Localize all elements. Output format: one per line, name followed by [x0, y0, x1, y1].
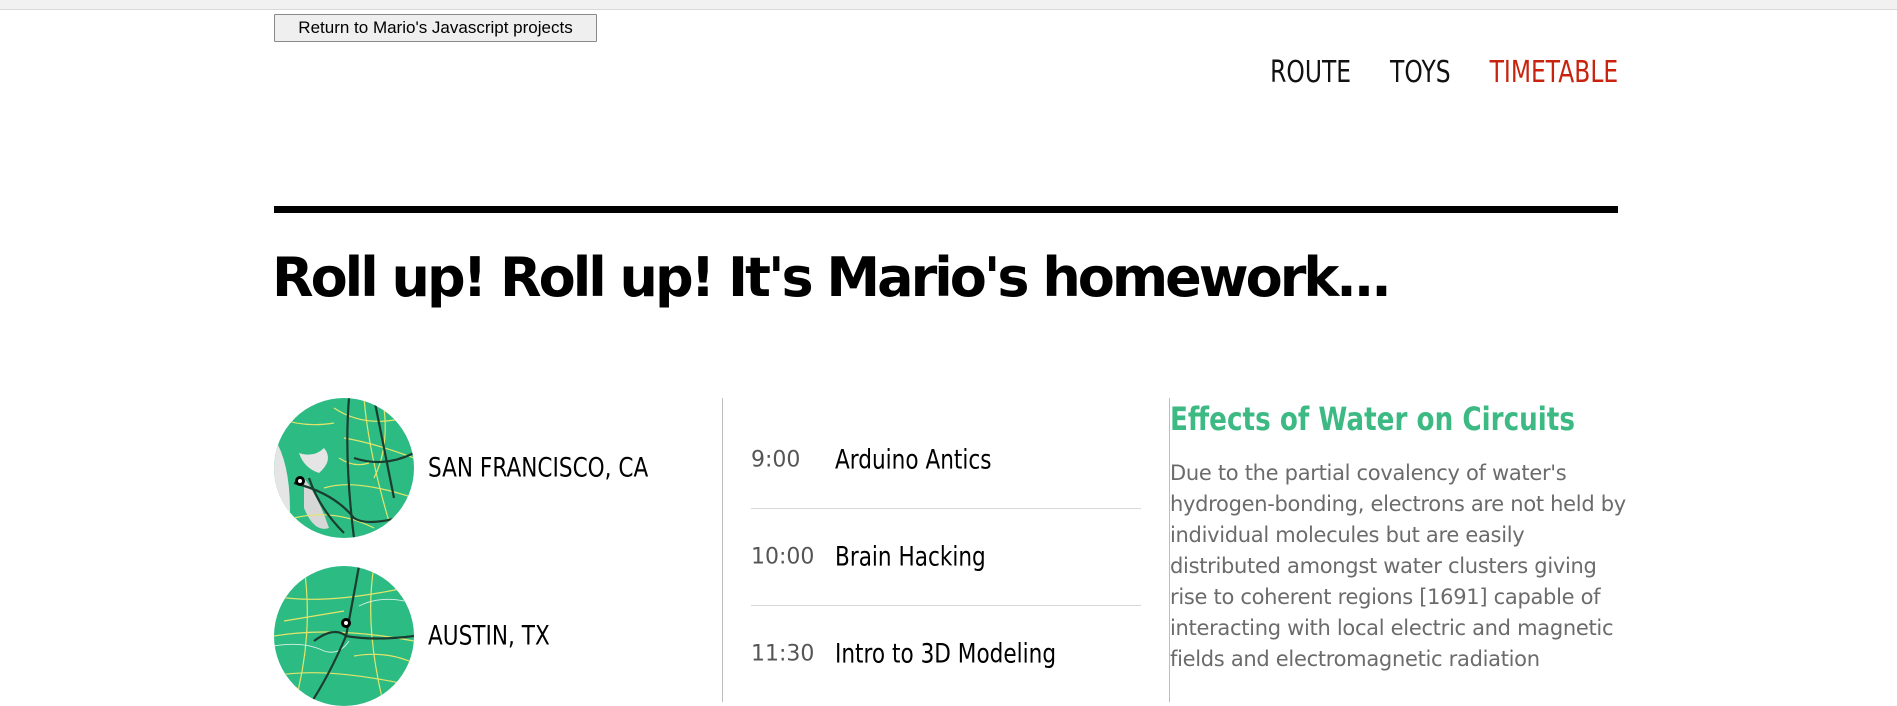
schedule-item-3d[interactable]: 11:30 Intro to 3D Modeling	[751, 605, 1141, 702]
schedule-time: 10:00	[751, 544, 815, 569]
city-name: AUSTIN, TX	[428, 620, 550, 652]
schedule-title: Brain Hacking	[835, 541, 986, 572]
article-body: Due to the partial covalency of water's …	[1170, 461, 1626, 671]
city-name: SAN FRANCISCO, CA	[428, 452, 649, 484]
city-item-sanfrancisco[interactable]: SAN FRANCISCO, CA	[274, 398, 694, 538]
browser-top-strip	[0, 0, 1897, 10]
nav-toys[interactable]: TOYS	[1390, 55, 1451, 90]
return-to-projects-button[interactable]: Return to Mario's Javascript projects	[274, 14, 597, 42]
city-item-austin[interactable]: AUSTIN, TX	[274, 566, 694, 706]
page-scrollbar[interactable]	[1883, 10, 1897, 702]
main-nav: ROUTE TOYS TIMETABLE	[1270, 55, 1618, 90]
page-headline: Roll up! Roll up! It's Mario's homework.…	[272, 246, 1392, 309]
schedule-title: Intro to 3D Modeling	[835, 638, 1057, 669]
schedule-time: 9:00	[751, 447, 801, 472]
article: Effects of Water on Circuits Due to the …	[1170, 400, 1630, 675]
column-divider-left	[722, 398, 723, 702]
header-divider	[274, 206, 1618, 213]
schedule-title: Arduino Antics	[835, 444, 992, 475]
schedule-item-brain[interactable]: 10:00 Brain Hacking	[751, 508, 1141, 606]
schedule-item-arduino[interactable]: 9:00 Arduino Antics	[751, 411, 1141, 509]
schedule-time: 11:30	[751, 641, 815, 666]
article-title: Effects of Water on Circuits	[1170, 400, 1575, 438]
nav-route[interactable]: ROUTE	[1270, 55, 1351, 90]
map-austin-icon	[274, 566, 414, 706]
nav-timetable[interactable]: TIMETABLE	[1489, 55, 1618, 90]
map-sanfrancisco-icon	[274, 398, 414, 538]
